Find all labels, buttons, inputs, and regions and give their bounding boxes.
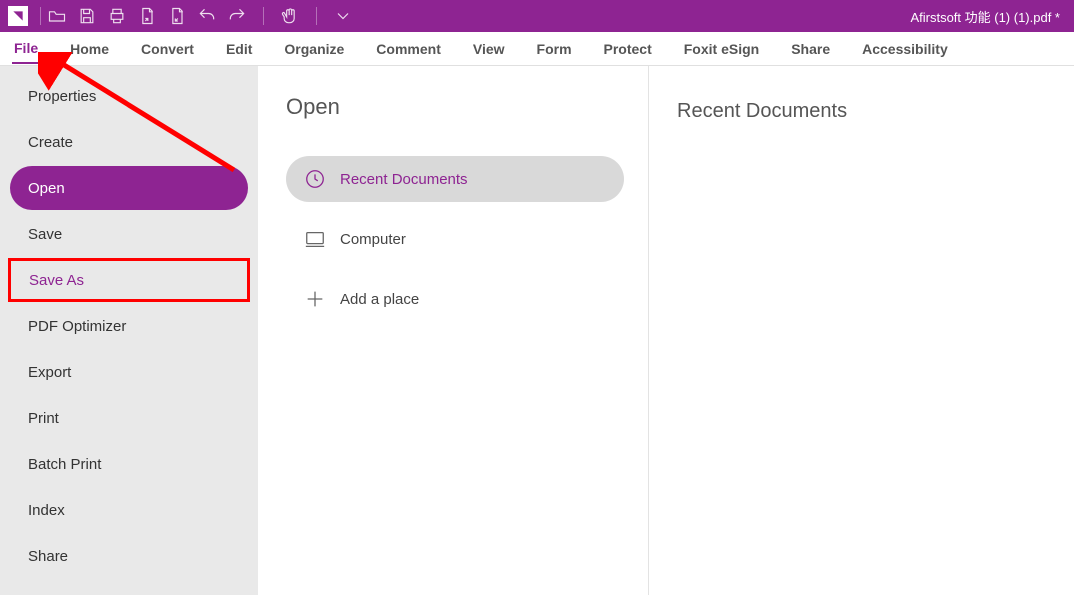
open-panel: Open Recent Documents Computer Add a pla… xyxy=(258,66,1074,595)
sidebar-item-pdf-optimizer[interactable]: PDF Optimizer xyxy=(10,304,248,348)
open-panel-title: Open xyxy=(286,94,624,120)
save-icon[interactable] xyxy=(77,6,97,26)
sidebar-item-properties[interactable]: Properties xyxy=(10,74,248,118)
sidebar-item-save[interactable]: Save xyxy=(10,212,248,256)
open-item-computer[interactable]: Computer xyxy=(286,216,624,262)
menu-convert[interactable]: Convert xyxy=(139,35,196,63)
sidebar-item-export[interactable]: Export xyxy=(10,350,248,394)
page-add-icon[interactable] xyxy=(137,6,157,26)
menu-view[interactable]: View xyxy=(471,35,507,63)
menu-foxit-esign[interactable]: Foxit eSign xyxy=(682,35,761,63)
page-extract-icon[interactable] xyxy=(167,6,187,26)
recent-documents-title: Recent Documents xyxy=(677,100,1050,123)
undo-icon[interactable] xyxy=(197,6,217,26)
open-item-label: Recent Documents xyxy=(340,171,468,188)
sidebar-item-print[interactable]: Print xyxy=(10,396,248,440)
separator xyxy=(316,7,317,25)
sidebar-item-batch-print[interactable]: Batch Print xyxy=(10,442,248,486)
sidebar-item-save-as[interactable]: Save As xyxy=(8,258,250,302)
sidebar-item-open[interactable]: Open xyxy=(10,166,248,210)
menu-form[interactable]: Form xyxy=(535,35,574,63)
recent-documents-panel: Recent Documents xyxy=(648,66,1074,595)
menu-home[interactable]: Home xyxy=(68,35,111,63)
file-backstage: Properties Create Open Save Save As PDF … xyxy=(0,66,1074,595)
open-item-recent-documents[interactable]: Recent Documents xyxy=(286,156,624,202)
sidebar-item-index[interactable]: Index xyxy=(10,488,248,532)
computer-icon xyxy=(304,228,326,250)
open-panel-left: Open Recent Documents Computer Add a pla… xyxy=(258,66,648,595)
menu-organize[interactable]: Organize xyxy=(282,35,346,63)
file-sidebar: Properties Create Open Save Save As PDF … xyxy=(0,66,258,595)
sidebar-item-create[interactable]: Create xyxy=(10,120,248,164)
menu-bar: File Home Convert Edit Organize Comment … xyxy=(0,32,1074,66)
chevron-down-icon[interactable] xyxy=(333,6,353,26)
open-item-add-place[interactable]: Add a place xyxy=(286,276,624,322)
print-icon[interactable] xyxy=(107,6,127,26)
hand-tool-icon[interactable] xyxy=(280,6,300,26)
document-title: Afirstsoft 功能 (1) (1).pdf * xyxy=(910,7,1066,26)
menu-file[interactable]: File xyxy=(12,34,40,64)
clock-icon xyxy=(304,168,326,190)
plus-icon xyxy=(304,288,326,310)
title-bar: Afirstsoft 功能 (1) (1).pdf * xyxy=(0,0,1074,32)
menu-edit[interactable]: Edit xyxy=(224,35,254,63)
open-folder-icon[interactable] xyxy=(47,6,67,26)
menu-comment[interactable]: Comment xyxy=(374,35,443,63)
redo-icon[interactable] xyxy=(227,6,247,26)
app-logo-icon xyxy=(8,6,28,26)
open-item-label: Computer xyxy=(340,231,406,248)
menu-protect[interactable]: Protect xyxy=(602,35,654,63)
open-item-label: Add a place xyxy=(340,291,419,308)
separator xyxy=(40,7,41,25)
sidebar-item-share[interactable]: Share xyxy=(10,534,248,578)
menu-share[interactable]: Share xyxy=(789,35,832,63)
menu-accessibility[interactable]: Accessibility xyxy=(860,35,950,63)
quick-access-toolbar xyxy=(47,6,353,26)
separator xyxy=(263,7,264,25)
